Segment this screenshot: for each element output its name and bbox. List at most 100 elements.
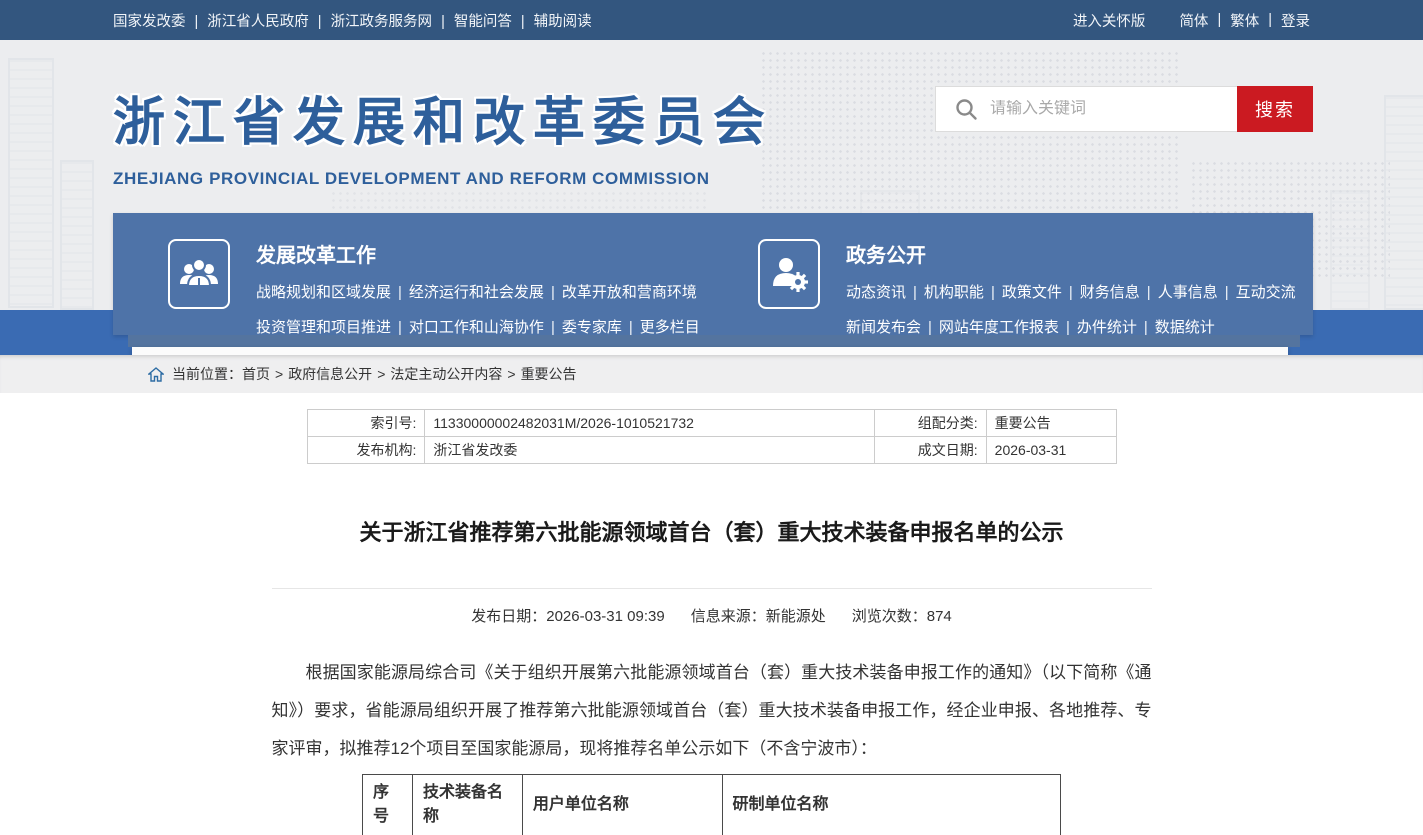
nav-title-development[interactable]: 发展改革工作 xyxy=(256,239,376,268)
nav-group-text: 政务公开 动态资讯 | 机构职能 | 政策文件 | 财务信息 | 人事信息 | 互动交流 新闻发布会… xyxy=(846,239,1296,335)
separator: | xyxy=(629,319,633,336)
nav-ledge xyxy=(128,335,1300,347)
meta-row: 发布机构: 浙江省发改委 成文日期: 2026-03-31 xyxy=(307,437,1116,464)
separator: > xyxy=(507,366,515,382)
nav-link[interactable]: 更多栏目 xyxy=(640,319,700,336)
city-sketch xyxy=(1330,190,1370,310)
simplified-link[interactable]: 简体 xyxy=(1179,10,1208,31)
nav-group-disclosure: 政务公开 动态资讯 | 机构职能 | 政策文件 | 财务信息 | 人事信息 | 互动交流 新闻发布会… xyxy=(758,239,1296,335)
separator: | xyxy=(1268,12,1272,28)
separator: > xyxy=(377,366,385,382)
nav-link[interactable]: 办件统计 xyxy=(1077,319,1137,336)
separator: | xyxy=(521,14,525,30)
link-ndrc[interactable]: 国家发改委 xyxy=(113,14,186,30)
col-user-unit: 用户单位名称 xyxy=(522,775,722,835)
search-input[interactable] xyxy=(990,100,1237,118)
breadcrumb-statutory-content[interactable]: 法定主动公开内容 xyxy=(390,364,502,384)
separator: | xyxy=(1069,284,1073,301)
nav-link[interactable]: 机构职能 xyxy=(924,284,984,301)
nav-link[interactable]: 财务信息 xyxy=(1080,284,1140,301)
city-sketch xyxy=(8,58,54,308)
nav-link[interactable]: 经济运行和社会发展 xyxy=(409,284,544,301)
views-label: 浏览次数： xyxy=(852,608,927,625)
nav-title-disclosure[interactable]: 政务公开 xyxy=(846,239,926,268)
link-zj-gov[interactable]: 浙江省人民政府 xyxy=(207,14,309,30)
breadcrumb: 当前位置： 首页 > 政府信息公开 > 法定主动公开内容 > 重要公告 xyxy=(0,355,1423,393)
col-developer-unit: 研制单位名称 xyxy=(722,775,1060,835)
nav-group-development: 发展改革工作 战略规划和区域发展 | 经济运行和社会发展 | 改革开放和营商环境 投资管… xyxy=(168,239,758,335)
meta-category-label: 组配分类: xyxy=(874,410,986,437)
nav-link[interactable]: 动态资讯 xyxy=(846,284,906,301)
nav-group-text: 发展改革工作 战略规划和区域发展 | 经济运行和社会发展 | 改革开放和营商环境 投资管… xyxy=(256,239,700,335)
meta-category-value: 重要公告 xyxy=(986,410,1116,437)
care-version-link[interactable]: 进入关怀版 xyxy=(1073,10,1146,31)
site-title: 浙江省发展和改革委员会 xyxy=(113,80,773,155)
article-paragraph: 根据国家能源局综合司《关于组织开展第六批能源领域首台（套）重大技术装备申报工作的… xyxy=(272,654,1152,768)
views-value: 874 xyxy=(927,608,952,625)
nav-link[interactable]: 新闻发布会 xyxy=(846,319,921,336)
nav-link[interactable]: 互动交流 xyxy=(1236,284,1296,301)
table-header-row: 序号 技术装备名称 用户单位名称 研制单位名称 xyxy=(363,775,1061,835)
breadcrumb-label: 当前位置： xyxy=(172,364,242,384)
nav-link[interactable]: 对口工作和山海协作 xyxy=(409,319,544,336)
separator: | xyxy=(991,284,995,301)
nav-row: 动态资讯 | 机构职能 | 政策文件 | 财务信息 | 人事信息 | 互动交流 xyxy=(846,281,1296,302)
meta-date-label: 成文日期: xyxy=(874,437,986,464)
nav-row: 战略规划和区域发展|经济运行和社会发展|改革开放和营商环境 xyxy=(256,281,700,302)
home-icon xyxy=(148,367,164,382)
meta-agency-label: 发布机构: xyxy=(307,437,425,464)
title-divider xyxy=(272,588,1152,589)
recommendation-table: 序号 技术装备名称 用户单位名称 研制单位名称 兆瓦级高空 xyxy=(362,774,1061,835)
search-box: 搜索 xyxy=(935,86,1313,132)
search-button[interactable]: 搜索 xyxy=(1237,86,1313,132)
separator: | xyxy=(1225,284,1229,301)
article-title: 关于浙江省推荐第六批能源领域首台（套）重大技术装备申报名单的公示 xyxy=(272,518,1152,548)
site-logo: 浙江省发展和改革委员会 ZHEJIANG PROVINCIAL DEVELOPM… xyxy=(113,80,773,189)
link-smart-qa[interactable]: 智能问答 xyxy=(454,14,512,30)
separator: | xyxy=(928,319,932,336)
site-subtitle: ZHEJIANG PROVINCIAL DEVELOPMENT AND REFO… xyxy=(113,169,773,189)
separator: | xyxy=(1217,12,1221,28)
separator: | xyxy=(1147,284,1151,301)
world-map-dots xyxy=(760,50,1180,240)
breadcrumb-info-disclosure[interactable]: 政府信息公开 xyxy=(288,364,372,384)
separator: | xyxy=(398,284,402,301)
publish-date: 2026-03-31 09:39 xyxy=(546,608,664,625)
topbar: 国家发改委 | 浙江省人民政府 | 浙江政务服务网 | 智能问答 | 辅助阅读 进入关怀版 简体… xyxy=(0,0,1423,40)
traditional-link[interactable]: 繁体 xyxy=(1230,10,1259,31)
nav-link[interactable]: 政策文件 xyxy=(1002,284,1062,301)
meta-index-label: 索引号: xyxy=(307,410,425,437)
content-sheet-top xyxy=(132,347,1288,355)
document-meta-table: 索引号: 11330000002482031M/2026-1010521732 … xyxy=(307,409,1117,464)
breadcrumb-home[interactable]: 首页 xyxy=(242,364,270,384)
search-icon xyxy=(954,97,978,121)
nav-link[interactable]: 投资管理和项目推进 xyxy=(256,319,391,336)
nav-row: 投资管理和项目推进 | 对口工作和山海协作 | 委专家库 | 更多栏目 xyxy=(256,316,700,337)
nav-link[interactable]: 人事信息 xyxy=(1158,284,1218,301)
separator: > xyxy=(275,366,283,382)
publish-info: 发布日期：2026-03-31 09:39信息来源：新能源处浏览次数：874 xyxy=(272,605,1152,626)
nav-row: 新闻发布会|网站年度工作报表|办件统计|数据统计 xyxy=(846,316,1296,337)
col-serial-number: 序号 xyxy=(363,775,413,835)
nav-link[interactable]: 数据统计 xyxy=(1155,319,1215,336)
nav-link[interactable]: 战略规划和区域发展 xyxy=(256,284,391,301)
topbar-right: 进入关怀版 简体 | 繁体 | 登录 xyxy=(1073,10,1310,31)
separator: | xyxy=(398,319,402,336)
separator: | xyxy=(913,284,917,301)
link-zj-service[interactable]: 浙江政务服务网 xyxy=(331,14,433,30)
nav-link[interactable]: 改革开放和营商环境 xyxy=(562,284,697,301)
separator: | xyxy=(551,319,555,336)
nav-link[interactable]: 委专家库 xyxy=(562,319,622,336)
topbar-links: 国家发改委|浙江省人民政府|浙江政务服务网|智能问答|辅助阅读 xyxy=(113,10,592,31)
site-header: 浙江省发展和改革委员会 ZHEJIANG PROVINCIAL DEVELOPM… xyxy=(0,40,1423,355)
breadcrumb-important-notice[interactable]: 重要公告 xyxy=(521,364,577,384)
login-link[interactable]: 登录 xyxy=(1281,10,1310,31)
nav-link[interactable]: 网站年度工作报表 xyxy=(939,319,1059,336)
separator: | xyxy=(441,14,445,30)
separator: | xyxy=(318,14,322,30)
source-label: 信息来源： xyxy=(691,608,766,625)
meta-row: 索引号: 11330000002482031M/2026-1010521732 … xyxy=(307,410,1116,437)
publish-date-label: 发布日期： xyxy=(471,608,546,625)
link-assist-read[interactable]: 辅助阅读 xyxy=(534,14,592,30)
people-group-icon xyxy=(168,239,230,309)
